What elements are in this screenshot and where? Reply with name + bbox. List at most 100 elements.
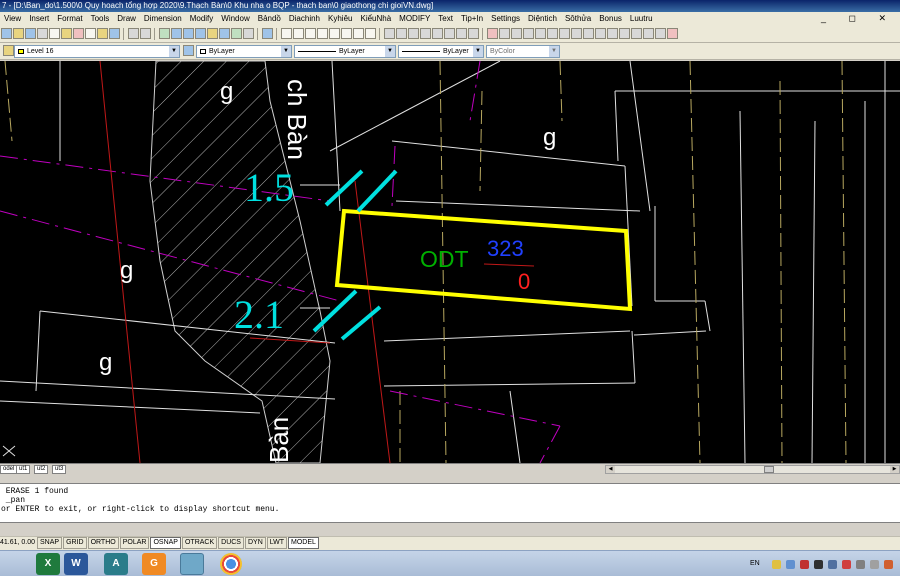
trim-icon[interactable] xyxy=(499,28,510,39)
pan-icon[interactable] xyxy=(159,28,170,39)
excel-app-icon[interactable]: X xyxy=(36,553,60,575)
autocad-app-icon[interactable]: A xyxy=(104,553,128,575)
scroll-left-icon[interactable]: ◀ xyxy=(606,466,615,473)
tab-layout3[interactable]: ut3 xyxy=(52,465,67,474)
chamfer-icon[interactable] xyxy=(535,28,546,39)
tray-icon[interactable] xyxy=(772,560,781,569)
menu-format[interactable]: Format xyxy=(53,12,86,25)
horizontal-scrollbar[interactable]: ◀ ▶ xyxy=(605,465,900,474)
cad-drawing[interactable]: ch Bàn Bàn g g g g 1.5 2.1 ODT 323 0 xyxy=(0,61,900,463)
tray-icon[interactable] xyxy=(814,560,823,569)
menu-tip-in[interactable]: Tip+In xyxy=(457,12,487,25)
snap-toggle[interactable]: SNAP xyxy=(37,537,63,549)
tray-icon[interactable] xyxy=(884,560,893,569)
publish-icon[interactable] xyxy=(61,28,72,39)
menu-tools[interactable]: Tools xyxy=(87,12,114,25)
grid-toggle[interactable]: GRID xyxy=(63,537,87,549)
command-prompt[interactable]: or ENTER to exit, or right-click to disp… xyxy=(1,505,900,514)
lineweight-dropdown[interactable]: ByLayer ▼ xyxy=(398,45,484,58)
polyline-icon[interactable] xyxy=(408,28,419,39)
osnap-toggle[interactable]: OSNAP xyxy=(150,537,181,549)
preview-icon[interactable] xyxy=(49,28,60,39)
menu-kieunha[interactable]: KiểuNhà xyxy=(356,12,395,25)
erase-icon[interactable] xyxy=(487,28,498,39)
parcel-outline[interactable] xyxy=(334,208,633,312)
move-icon[interactable] xyxy=(607,28,618,39)
calculator-icon[interactable] xyxy=(243,28,254,39)
command-window[interactable]: ERASE 1 found _pan or ENTER to exit, or r… xyxy=(0,483,900,523)
make-current-layer-icon[interactable] xyxy=(183,45,194,56)
language-indicator[interactable]: EN xyxy=(750,551,760,576)
network-icon[interactable] xyxy=(828,560,837,569)
tray-icon[interactable] xyxy=(856,560,865,569)
menu-dimension[interactable]: Dimension xyxy=(140,12,186,25)
window-control-buttons[interactable]: _ ◻ ✕ xyxy=(821,12,896,25)
g-app-icon[interactable]: G xyxy=(142,553,166,575)
help-icon[interactable] xyxy=(262,28,273,39)
extend-icon[interactable] xyxy=(511,28,522,39)
fillet-icon[interactable] xyxy=(547,28,558,39)
menu-modify-2[interactable]: MODIFY xyxy=(395,12,434,25)
ortho-toggle[interactable]: ORTHO xyxy=(87,537,119,549)
tray-icon[interactable] xyxy=(870,560,879,569)
stretch-icon[interactable] xyxy=(643,28,654,39)
undo-icon[interactable] xyxy=(128,28,139,39)
copy-icon[interactable] xyxy=(85,28,96,39)
model-toggle[interactable]: MODEL xyxy=(288,537,319,549)
magnet-icon[interactable] xyxy=(667,28,678,39)
scroll-thumb[interactable] xyxy=(764,466,774,473)
offset-icon[interactable] xyxy=(571,28,582,39)
tab-layout2[interactable]: ut2 xyxy=(34,465,49,474)
zoom-scale-icon[interactable] xyxy=(329,28,340,39)
cut-icon[interactable] xyxy=(73,28,84,39)
dyn-toggle[interactable]: DYN xyxy=(244,537,266,549)
ducs-toggle[interactable]: DUCS xyxy=(218,537,244,549)
tray-icon[interactable] xyxy=(786,560,795,569)
layer-dropdown[interactable]: Level 16 ▼ xyxy=(14,45,180,58)
menu-kyhieu[interactable]: Kyhiêu xyxy=(324,12,356,25)
word-app-icon[interactable]: W xyxy=(64,553,88,575)
menu-insert[interactable]: Insert xyxy=(25,12,53,25)
properties-icon[interactable] xyxy=(207,28,218,39)
chrome-app-icon[interactable] xyxy=(220,553,242,575)
menu-luutru[interactable]: Luutru xyxy=(626,12,657,25)
tab-model[interactable]: odel xyxy=(0,465,18,474)
menu-bonus[interactable]: Bonus xyxy=(595,12,626,25)
lwt-toggle[interactable]: LWT xyxy=(266,537,288,549)
menu-dientich[interactable]: Diệntich xyxy=(524,12,561,25)
menu-settings[interactable]: Settings xyxy=(487,12,524,25)
scroll-right-icon[interactable]: ▶ xyxy=(890,466,899,473)
print-icon[interactable] xyxy=(37,28,48,39)
zoom-all-icon[interactable] xyxy=(305,28,316,39)
save-icon[interactable] xyxy=(25,28,36,39)
linetype-dropdown[interactable]: ByLayer ▼ xyxy=(294,45,396,58)
line-icon[interactable] xyxy=(384,28,395,39)
paste-icon[interactable] xyxy=(97,28,108,39)
flag-icon[interactable] xyxy=(842,560,851,569)
revision-cloud-icon[interactable] xyxy=(468,28,479,39)
menu-bando[interactable]: Bảndồ xyxy=(254,12,285,25)
arc-icon[interactable] xyxy=(444,28,455,39)
rectangle-icon[interactable] xyxy=(432,28,443,39)
menu-draw[interactable]: Draw xyxy=(113,12,140,25)
zoom-object-icon[interactable] xyxy=(353,28,364,39)
plotstyle-dropdown[interactable]: ByColor ▼ xyxy=(486,45,560,58)
explode-icon[interactable] xyxy=(559,28,570,39)
menu-text[interactable]: Text xyxy=(434,12,457,25)
tray-icon[interactable] xyxy=(800,560,809,569)
menu-modify[interactable]: Modify xyxy=(186,12,218,25)
zoom-dynamic-icon[interactable] xyxy=(365,28,376,39)
menu-view[interactable]: View xyxy=(0,12,25,25)
drawing-canvas[interactable]: ch Bàn Bàn g g g g 1.5 2.1 ODT 323 0 xyxy=(0,61,900,463)
polar-toggle[interactable]: POLAR xyxy=(119,537,150,549)
array-icon[interactable] xyxy=(595,28,606,39)
zoom-in-icon[interactable] xyxy=(281,28,292,39)
polygon-icon[interactable] xyxy=(420,28,431,39)
mirror-icon[interactable] xyxy=(583,28,594,39)
menu-sothua[interactable]: Sôthửa xyxy=(561,12,595,25)
tab-layout1[interactable]: ut1 xyxy=(16,465,31,474)
coordinate-readout[interactable]: 41.61, 0.00 xyxy=(0,537,36,549)
zoom-extents-icon[interactable] xyxy=(317,28,328,39)
lengthen-icon[interactable] xyxy=(655,28,666,39)
tool-palettes-icon[interactable] xyxy=(231,28,242,39)
